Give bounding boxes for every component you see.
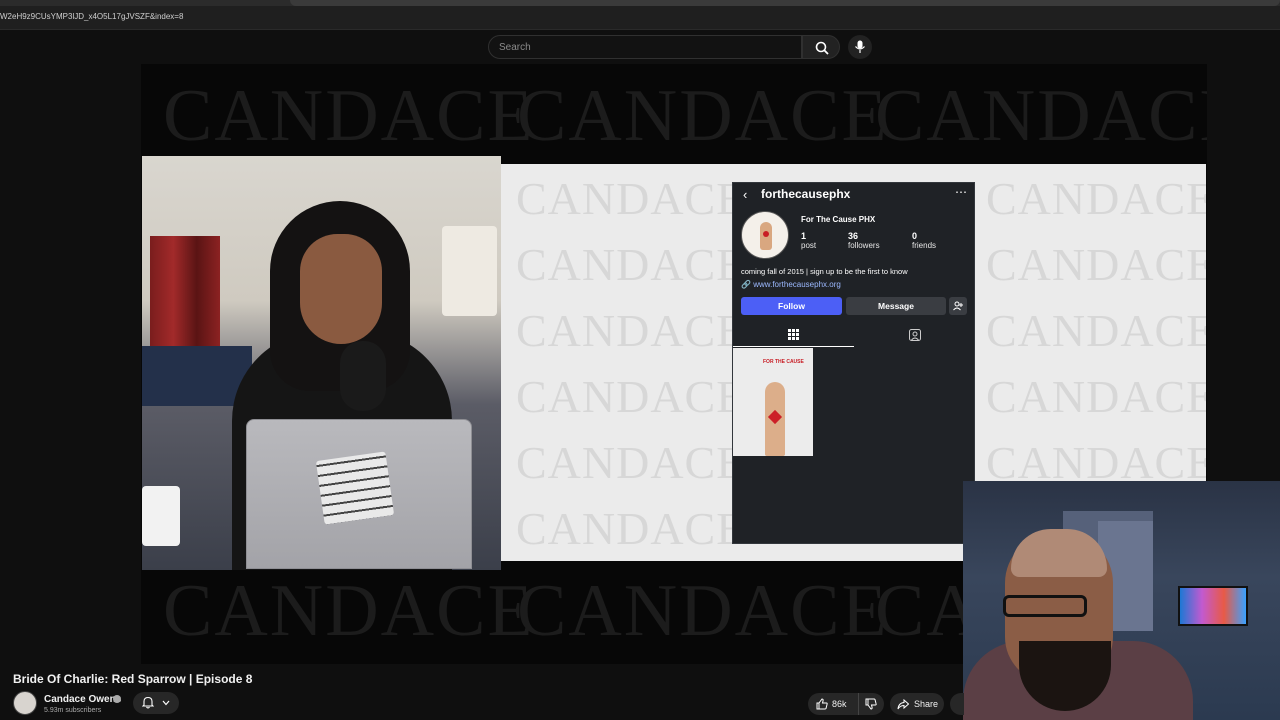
watermark-text: CANDACE: [986, 371, 1206, 422]
browser-url-bar: W2eH9z9CUsYMP3lJD_x4O5L17gJVSZF&index=8: [0, 0, 1280, 30]
mug: [142, 486, 180, 546]
watermark-text: CANDACE: [516, 503, 746, 554]
watermark-text: CANDACE: [986, 239, 1206, 290]
watermark-text: CANDACE: [163, 75, 535, 157]
lamp: [442, 226, 497, 316]
stat-label: post: [801, 241, 817, 250]
chevron-down-icon: [162, 700, 170, 706]
like-count: 86k: [832, 699, 847, 709]
watermark-text: CANDACE: [986, 305, 1206, 356]
search-icon: [815, 41, 829, 55]
search-input[interactable]: Search: [488, 35, 802, 59]
watermark-text: CANDACE: [875, 75, 1207, 157]
heart-graphic: [763, 231, 769, 237]
background-tv: [1178, 586, 1248, 626]
share-button[interactable]: Share: [890, 693, 944, 715]
verified-icon: [113, 695, 121, 703]
app-window: W2eH9z9CUsYMP3lJD_x4O5L17gJVSZF&index=8 …: [0, 0, 1280, 720]
share-label: Share: [914, 699, 939, 709]
profile-link-text: www.forthecausephx.org: [753, 280, 841, 289]
search-button[interactable]: [802, 35, 840, 59]
search-placeholder: Search: [499, 42, 531, 53]
microphone-icon: [855, 40, 865, 53]
streamer-glasses: [1003, 595, 1087, 617]
message-button: Message: [846, 297, 946, 315]
share-icon: [897, 699, 909, 710]
watermark-text: CANDACE: [516, 437, 746, 488]
back-arrow-icon: ‹: [743, 187, 748, 202]
posts-grid-tab: [733, 323, 854, 347]
tagged-person-icon: [909, 329, 921, 341]
video-title: Bride Of Charlie: Red Sparrow | Episode …: [13, 672, 253, 686]
post-logo: FOR THE CAUSE: [763, 359, 804, 365]
profile-handle: forthecausephx: [761, 187, 851, 201]
stat-value: 0: [912, 231, 918, 241]
suggest-user-button: [949, 297, 967, 315]
stat-value: 1: [801, 231, 807, 241]
host-video-scene: [142, 156, 501, 570]
watermark-text: CANDACE: [516, 305, 746, 356]
watermark-text: CANDACE: [516, 239, 746, 290]
link-icon: 🔗: [741, 280, 751, 289]
dislike-button[interactable]: [858, 693, 884, 715]
watermark-text: CANDACE: [517, 75, 889, 157]
stat-posts: 1 post: [801, 231, 816, 250]
watermark-text: CANDACE: [163, 570, 535, 652]
stat-label: followers: [848, 241, 880, 250]
like-dislike-group: 86k: [808, 693, 884, 715]
bookshelf: [150, 236, 220, 346]
post-thumbnail: FOR THE CAUSE: [733, 348, 813, 456]
channel-name[interactable]: Candace Owens: [44, 694, 121, 705]
profile-link: 🔗 www.forthecausephx.org: [741, 280, 841, 289]
more-actions-button[interactable]: [950, 693, 964, 715]
stat-label: friends: [912, 241, 937, 250]
tagged-tab: [854, 323, 974, 347]
stat-value: 36: [848, 231, 859, 241]
watermark-text: CANDACE: [517, 570, 889, 652]
follow-button: Follow: [741, 297, 842, 315]
instagram-profile-card: ‹ forthecausephx ⋯ For The Cause PHX 1 p…: [732, 182, 975, 544]
more-options-icon: ⋯: [955, 185, 967, 199]
watermark-text: CANDACE: [516, 173, 746, 224]
watermark-text: CANDACE: [986, 173, 1206, 224]
add-user-icon: [953, 301, 963, 311]
profile-avatar: [741, 211, 789, 259]
stat-friends: 0 friends: [912, 231, 936, 250]
bell-icon: [142, 696, 154, 709]
browser-tab-strip: [0, 0, 1280, 6]
laptop-sticker: [315, 451, 395, 525]
url-text[interactable]: W2eH9z9CUsYMP3lJD_x4O5L17gJVSZF&index=8: [0, 12, 183, 21]
profile-bio: coming fall of 2015 | sign up to be the …: [741, 267, 908, 276]
thumbs-up-icon: [816, 698, 828, 710]
voice-search-button[interactable]: [848, 35, 872, 59]
profile-display-name: For The Cause PHX: [801, 215, 876, 224]
channel-avatar[interactable]: [13, 691, 37, 715]
notification-button[interactable]: [133, 692, 179, 714]
subscriber-count: 5.93m subscribers: [44, 707, 102, 714]
watermark-text: CANDACE: [516, 371, 746, 422]
host-face: [300, 234, 382, 344]
thumbs-down-icon: [865, 698, 877, 710]
like-button[interactable]: 86k: [808, 693, 856, 715]
podcast-microphone: [340, 341, 386, 411]
grid-icon: [788, 329, 799, 340]
stat-followers: 36 followers: [848, 231, 880, 250]
webcam-overlay: [963, 481, 1280, 720]
